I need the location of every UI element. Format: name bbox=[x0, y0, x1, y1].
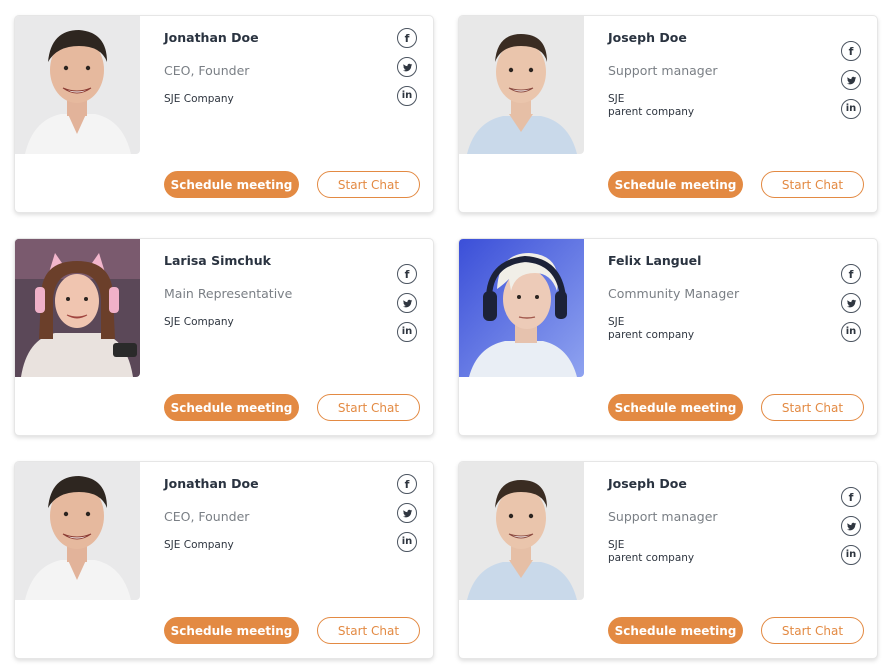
facebook-icon[interactable]: f bbox=[841, 264, 861, 284]
facebook-icon[interactable]: f bbox=[397, 28, 417, 48]
social-links: f in bbox=[841, 41, 863, 128]
avatar bbox=[15, 462, 140, 600]
schedule-meeting-button[interactable]: Schedule meeting bbox=[164, 394, 299, 421]
company-line: SJE Company bbox=[164, 93, 234, 105]
contact-company: SJE parent company bbox=[608, 539, 694, 565]
contact-title: CEO, Founder bbox=[164, 509, 250, 524]
contact-card: Joseph Doe Support manager SJE parent co… bbox=[458, 461, 878, 659]
contact-name: Larisa Simchuk bbox=[164, 253, 271, 268]
contact-name: Joseph Doe bbox=[608, 30, 687, 45]
contact-company: SJE parent company bbox=[608, 316, 694, 342]
social-links: f in bbox=[841, 487, 863, 574]
twitter-icon[interactable] bbox=[841, 293, 861, 313]
avatar bbox=[459, 16, 584, 154]
contact-company: SJE Company bbox=[164, 539, 234, 552]
linkedin-icon[interactable]: in bbox=[841, 545, 861, 565]
schedule-meeting-button[interactable]: Schedule meeting bbox=[164, 617, 299, 644]
contact-title: Support manager bbox=[608, 509, 718, 524]
facebook-icon[interactable]: f bbox=[397, 264, 417, 284]
contact-company: SJE Company bbox=[164, 316, 234, 329]
linkedin-icon[interactable]: in bbox=[841, 99, 861, 119]
social-links: f in bbox=[397, 264, 419, 351]
linkedin-icon[interactable]: in bbox=[397, 322, 417, 342]
twitter-icon[interactable] bbox=[397, 503, 417, 523]
linkedin-icon[interactable]: in bbox=[397, 532, 417, 552]
company-line: SJE Company bbox=[164, 539, 234, 551]
company-line: SJE Company bbox=[164, 316, 234, 328]
start-chat-button[interactable]: Start Chat bbox=[761, 394, 864, 421]
schedule-meeting-button[interactable]: Schedule meeting bbox=[164, 171, 299, 198]
company-line: parent company bbox=[608, 329, 695, 341]
contact-title: Main Representative bbox=[164, 286, 293, 301]
company-line: parent company bbox=[608, 106, 695, 118]
social-links: f in bbox=[841, 264, 863, 351]
social-links: f in bbox=[397, 474, 419, 561]
contact-card: Joseph Doe Support manager SJE parent co… bbox=[458, 15, 878, 213]
avatar bbox=[459, 239, 584, 377]
contact-title: Support manager bbox=[608, 63, 718, 78]
facebook-icon[interactable]: f bbox=[841, 41, 861, 61]
facebook-icon[interactable]: f bbox=[841, 487, 861, 507]
linkedin-icon[interactable]: in bbox=[841, 322, 861, 342]
twitter-icon[interactable] bbox=[397, 293, 417, 313]
contact-card: Larisa Simchuk Main Representative SJE C… bbox=[14, 238, 434, 436]
company-line: SJE bbox=[608, 93, 625, 105]
contact-name: Jonathan Doe bbox=[164, 476, 259, 491]
twitter-icon[interactable] bbox=[841, 70, 861, 90]
contact-company: SJE parent company bbox=[608, 93, 694, 119]
company-line: parent company bbox=[608, 552, 695, 564]
avatar bbox=[459, 462, 584, 600]
avatar bbox=[15, 239, 140, 377]
start-chat-button[interactable]: Start Chat bbox=[761, 617, 864, 644]
contact-name: Joseph Doe bbox=[608, 476, 687, 491]
contact-card: Jonathan Doe CEO, Founder SJE Company f … bbox=[14, 15, 434, 213]
start-chat-button[interactable]: Start Chat bbox=[317, 394, 420, 421]
facebook-icon[interactable]: f bbox=[397, 474, 417, 494]
schedule-meeting-button[interactable]: Schedule meeting bbox=[608, 171, 743, 198]
contact-name: Felix Languel bbox=[608, 253, 702, 268]
company-line: SJE bbox=[608, 316, 625, 328]
company-line: SJE bbox=[608, 539, 625, 551]
twitter-icon[interactable] bbox=[397, 57, 417, 77]
contact-card: Jonathan Doe CEO, Founder SJE Company f … bbox=[14, 461, 434, 659]
start-chat-button[interactable]: Start Chat bbox=[317, 617, 420, 644]
schedule-meeting-button[interactable]: Schedule meeting bbox=[608, 394, 743, 421]
contact-card: Felix Languel Community Manager SJE pare… bbox=[458, 238, 878, 436]
schedule-meeting-button[interactable]: Schedule meeting bbox=[608, 617, 743, 644]
twitter-icon[interactable] bbox=[841, 516, 861, 536]
start-chat-button[interactable]: Start Chat bbox=[761, 171, 864, 198]
linkedin-icon[interactable]: in bbox=[397, 86, 417, 106]
contact-title: CEO, Founder bbox=[164, 63, 250, 78]
social-links: f in bbox=[397, 28, 419, 115]
contact-name: Jonathan Doe bbox=[164, 30, 259, 45]
contact-company: SJE Company bbox=[164, 93, 234, 106]
contact-title: Community Manager bbox=[608, 286, 740, 301]
start-chat-button[interactable]: Start Chat bbox=[317, 171, 420, 198]
avatar bbox=[15, 16, 140, 154]
